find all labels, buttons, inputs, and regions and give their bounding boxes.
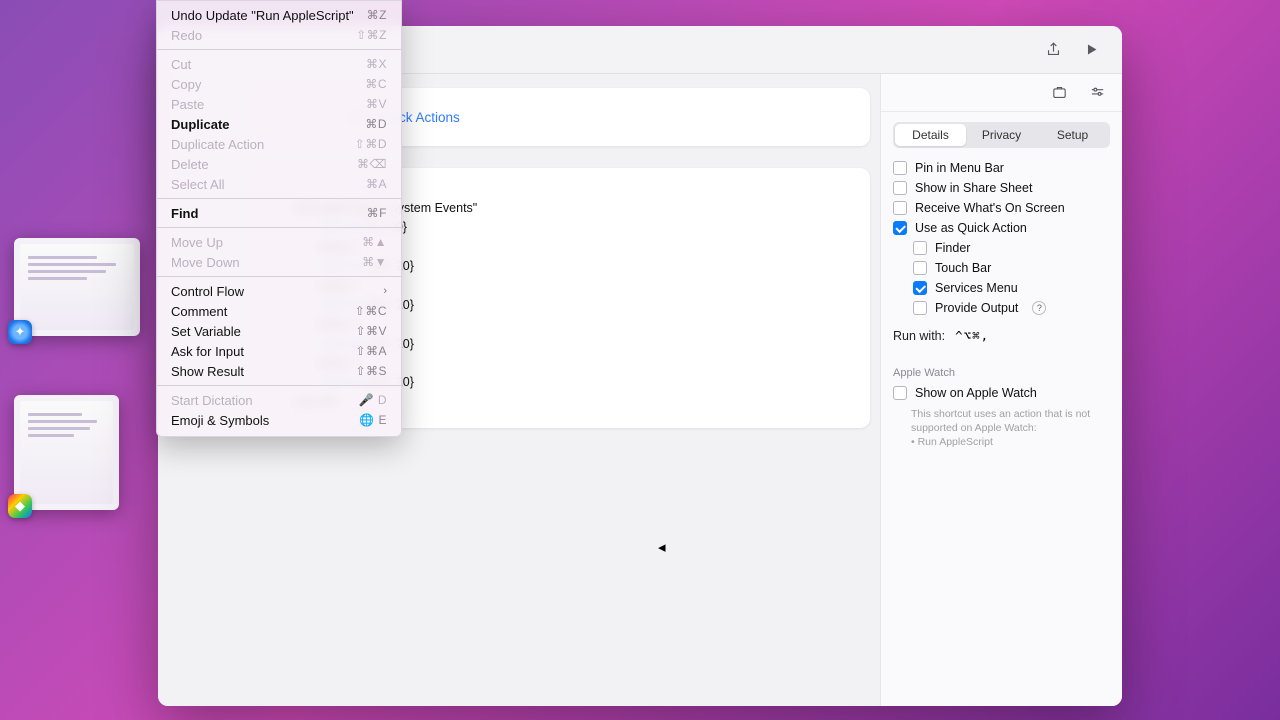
cursor-icon: ◂ <box>658 538 666 556</box>
checkbox-output[interactable] <box>913 301 927 315</box>
menu-item[interactable]: Find⌘F <box>157 203 401 223</box>
checkbox-receive-screen[interactable] <box>893 201 907 215</box>
share-button[interactable] <box>1038 37 1068 63</box>
edit-menu[interactable]: Undo Update "Run AppleScript"⌘ZRedo⇧⌘Z Cu… <box>156 0 402 437</box>
menu-item[interactable]: Comment⇧⌘C <box>157 301 401 321</box>
menu-item[interactable]: Undo Update "Run AppleScript"⌘Z <box>157 5 401 25</box>
checkbox-touchbar[interactable] <box>913 261 927 275</box>
menu-item: Select All⌘A <box>157 174 401 194</box>
tab-setup[interactable]: Setup <box>1037 124 1108 146</box>
menu-item[interactable]: Emoji & Symbols🌐 E <box>157 410 401 430</box>
help-icon[interactable]: ? <box>1032 301 1046 315</box>
shortcuts-icon: ◆ <box>8 494 32 518</box>
run-button[interactable] <box>1076 37 1106 63</box>
menu-item: Cut⌘X <box>157 54 401 74</box>
run-with-row[interactable]: Run with: ^⌥⌘, <box>893 318 1110 353</box>
menu-item[interactable]: Duplicate⌘D <box>157 114 401 134</box>
tab-privacy[interactable]: Privacy <box>966 124 1037 146</box>
apple-watch-note: This shortcut uses an action that is not… <box>893 407 1110 450</box>
menu-item: Move Up⌘▲ <box>157 232 401 252</box>
checkbox-quick-action[interactable] <box>893 221 907 235</box>
menu-item: Redo⇧⌘Z <box>157 25 401 45</box>
menu-item[interactable]: Ask for Input⇧⌘A <box>157 341 401 361</box>
menu-item: Start Dictation🎤 D <box>157 390 401 410</box>
library-button[interactable] <box>1046 81 1072 105</box>
checkbox-apple-watch[interactable] <box>893 386 907 400</box>
safari-icon: ✦ <box>8 320 32 344</box>
inspector-toggle-button[interactable] <box>1084 81 1110 105</box>
checkbox-finder[interactable] <box>913 241 927 255</box>
menu-item[interactable]: Set Variable⇧⌘V <box>157 321 401 341</box>
apple-watch-title: Apple Watch <box>893 367 1110 379</box>
checkbox-pin[interactable] <box>893 161 907 175</box>
menu-item[interactable]: Control Flow› <box>157 281 401 301</box>
menu-item[interactable]: Show Result⇧⌘S <box>157 361 401 381</box>
checkbox-services[interactable] <box>913 281 927 295</box>
menu-item: Duplicate Action⇧⌘D <box>157 134 401 154</box>
checkbox-share-sheet[interactable] <box>893 181 907 195</box>
inspector-tabs[interactable]: Details Privacy Setup <box>893 122 1110 148</box>
menu-item: Delete⌘⌫ <box>157 154 401 174</box>
tab-details[interactable]: Details <box>895 124 966 146</box>
stage-thumb-safari[interactable]: ✦ <box>14 238 140 336</box>
menu-item: Move Down⌘▼ <box>157 252 401 272</box>
stage-thumb-shortcuts[interactable]: ◆ <box>14 395 119 510</box>
inspector-panel: Details Privacy Setup Pin in Menu Bar Sh… <box>880 74 1122 706</box>
menu-item: Paste⌘V <box>157 94 401 114</box>
menu-item: Copy⌘C <box>157 74 401 94</box>
